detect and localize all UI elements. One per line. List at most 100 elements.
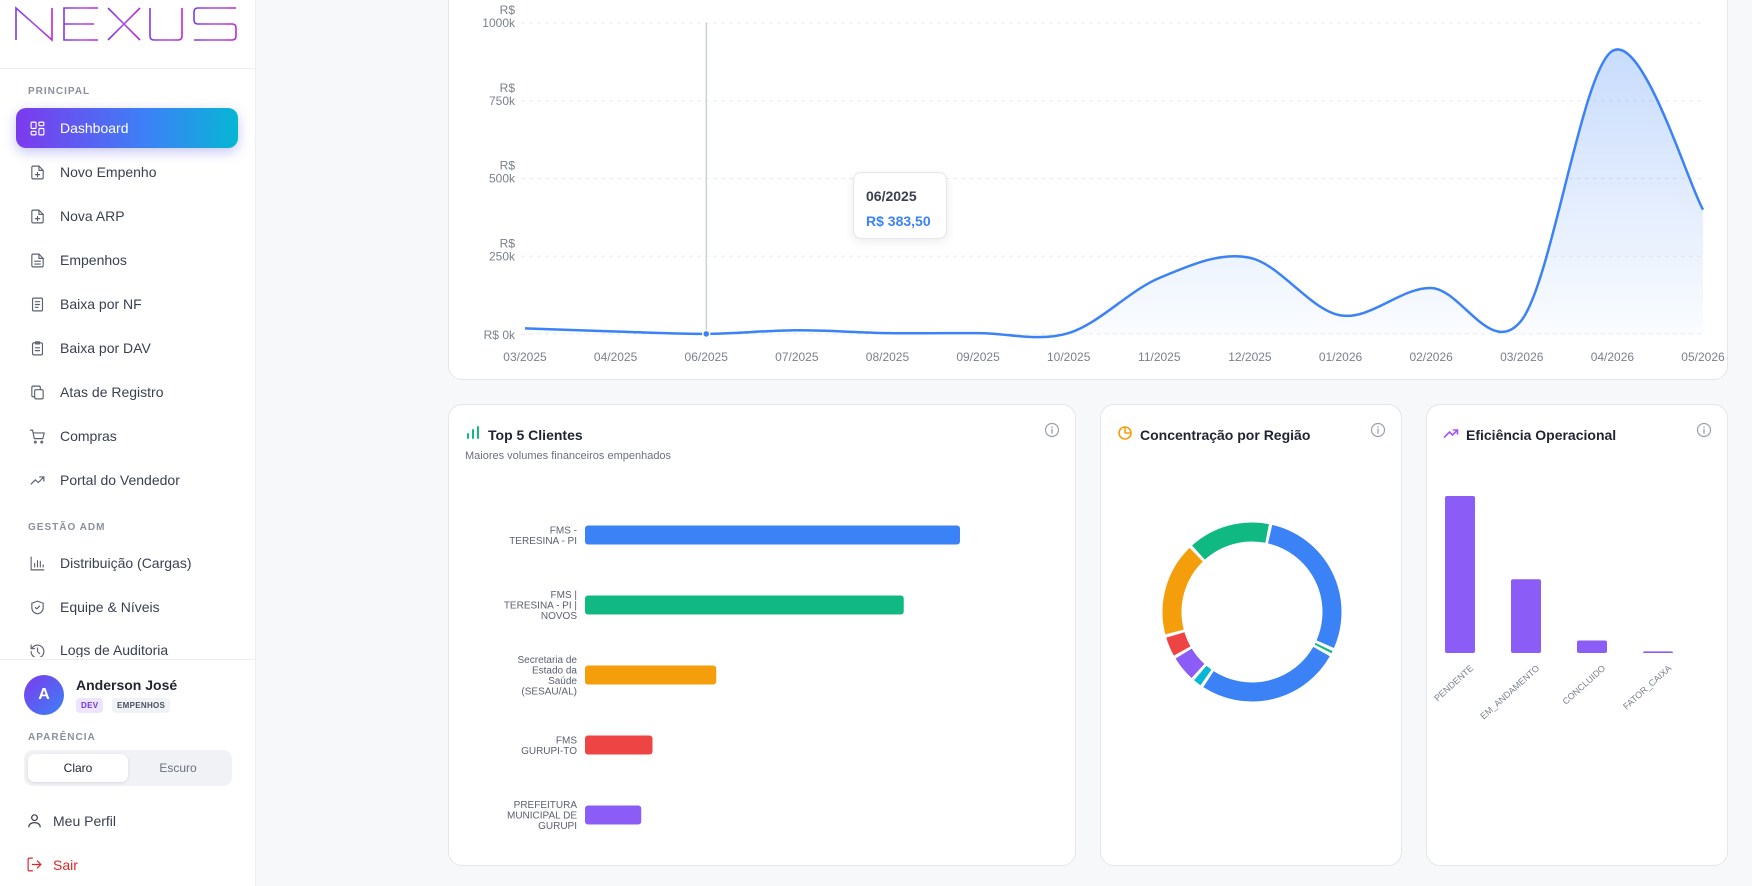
category-label: FMS: [556, 735, 577, 746]
tooltip-date: 06/2025: [866, 188, 917, 204]
trend-area-chart[interactable]: R$1000kR$750kR$500kR$250kR$ 0k03/2025 04/…: [449, 0, 1729, 381]
sidebar-item-empenhos[interactable]: Empenhos: [16, 240, 238, 280]
sidebar-item-atas-registro[interactable]: Atas de Registro: [16, 372, 238, 412]
sidebar: PRINCIPAL Dashboard Novo Empenho Nova AR…: [0, 0, 256, 886]
bar: [585, 805, 642, 825]
category-label: PREFEITURA: [514, 800, 578, 811]
x-tick-label: 03/2025: [503, 350, 547, 364]
user-name: Anderson José: [76, 677, 178, 693]
sidebar-item-portal-vendedor[interactable]: Portal do Vendedor: [16, 460, 238, 500]
x-tick-label: 03/2026: [1500, 350, 1544, 364]
sidebar-item-baixa-nf[interactable]: Baixa por NF: [16, 284, 238, 324]
user-icon: [28, 814, 41, 828]
history-icon: [28, 642, 46, 657]
donut-slice: [1162, 547, 1204, 635]
sidebar-item-logs-auditoria[interactable]: Logs de Auditoria: [16, 631, 238, 657]
category-label: TERESINA - PI |: [504, 601, 577, 612]
bar: [1511, 579, 1541, 653]
bar: [1445, 496, 1475, 653]
file-plus-icon: [28, 207, 46, 225]
logout-icon: [27, 857, 42, 872]
efficiency-card: Eficiência Operacional PENDENTE EM_ANDAME…: [1426, 404, 1728, 866]
sidebar-item-label: Baixa por DAV: [60, 340, 151, 356]
region-card: Concentração por Região: [1100, 404, 1402, 866]
x-tick-label: CONCLUIDO: [1561, 663, 1608, 707]
x-tick-label: 01/2026: [1319, 350, 1363, 364]
sidebar-item-nova-arp[interactable]: Nova ARP: [16, 196, 238, 236]
logo-divider: [0, 68, 256, 69]
tooltip-value: R$ 383,50: [866, 213, 931, 229]
sidebar-item-label: Compras: [60, 428, 117, 444]
bar: [1643, 651, 1673, 653]
donut-slice: [1203, 646, 1330, 702]
sidebar-item-label: Equipe & Níveis: [60, 599, 160, 615]
data-point: [701, 329, 711, 339]
y-tick-label: R$: [500, 3, 516, 17]
x-tick-label: 11/2025: [1138, 350, 1181, 364]
sidebar-item-baixa-dav[interactable]: Baixa por DAV: [16, 328, 238, 368]
bar: [585, 525, 960, 545]
category-label: TERESINA - PI: [509, 536, 577, 547]
receipt-icon: [28, 295, 46, 313]
file-text-icon: [28, 251, 46, 269]
bar-chart-icon: [28, 554, 46, 572]
bar: [585, 595, 904, 615]
sidebar-item-dashboard[interactable]: Dashboard: [16, 108, 238, 148]
y-tick-label: 250k: [489, 249, 516, 263]
x-tick-label: FATOR_CAIXA: [1621, 663, 1673, 711]
top-clients-card: Top 5 Clientes Maiores volumes financeir…: [448, 404, 1076, 866]
profile-link[interactable]: Meu Perfil: [26, 812, 116, 829]
region-donut-chart[interactable]: [1101, 405, 1403, 867]
grid-icon: [28, 119, 46, 137]
y-tick-label: R$ 0k: [484, 328, 516, 342]
sidebar-divider: [0, 659, 256, 660]
x-tick-label: 04/2026: [1591, 350, 1635, 364]
x-tick-label: EM_ANDAMENTO: [1478, 663, 1541, 721]
donut-slice: [1267, 524, 1342, 649]
sidebar-item-label: Novo Empenho: [60, 164, 157, 180]
section-gestao-label: GESTÃO ADM: [28, 522, 106, 533]
category-label: FMS -: [550, 525, 577, 536]
file-plus-icon: [28, 163, 46, 181]
sidebar-item-label: Atas de Registro: [60, 384, 164, 400]
sidebar-item-novo-empenho[interactable]: Novo Empenho: [16, 152, 238, 192]
chart-tooltip: 06/2025 R$ 383,50: [853, 172, 947, 239]
category-label: MUNICIPAL DE: [507, 811, 577, 822]
sidebar-item-label: Logs de Auditoria: [60, 642, 169, 657]
bar: [585, 735, 653, 755]
x-tick-label: 10/2025: [1047, 350, 1091, 364]
sidebar-item-label: Baixa por NF: [60, 296, 142, 312]
x-tick-label: 05/2026: [1681, 350, 1725, 364]
top-clients-bar-chart[interactable]: FMS -TERESINA - PI FMS |TERESINA - PI |NO…: [449, 405, 1077, 867]
x-tick-label: 08/2025: [866, 350, 910, 364]
category-label: GURUPI: [538, 821, 577, 832]
y-tick-label: R$: [500, 236, 516, 250]
sidebar-item-equipe-niveis[interactable]: Equipe & Níveis: [16, 587, 238, 627]
nexus-logo[interactable]: [14, 4, 240, 44]
profile-link-label: Meu Perfil: [53, 812, 117, 829]
theme-dark-option[interactable]: Escuro: [128, 754, 228, 782]
x-tick-label: 07/2025: [775, 350, 819, 364]
theme-toggle: Claro Escuro: [24, 750, 232, 786]
bar: [1577, 640, 1607, 653]
logout-link-label: Sair: [53, 856, 78, 873]
sidebar-item-compras[interactable]: Compras: [16, 416, 238, 456]
sidebar-item-label: Empenhos: [60, 252, 127, 268]
category-label: NOVOS: [541, 611, 577, 622]
avatar[interactable]: A: [24, 675, 64, 715]
copy-icon: [28, 383, 46, 401]
theme-light-option[interactable]: Claro: [28, 754, 128, 782]
x-tick-label: 04/2025: [594, 350, 638, 364]
category-label: Secretaria de: [518, 655, 578, 666]
sidebar-item-label: Portal do Vendedor: [60, 472, 180, 488]
sidebar-item-distribuicao[interactable]: Distribuição (Cargas): [16, 543, 238, 583]
role-badge: DEV: [76, 698, 104, 713]
y-tick-label: 1000k: [482, 16, 516, 30]
series-line: [524, 48, 1705, 339]
x-tick-label: PENDENTE: [1432, 663, 1475, 703]
section-principal-label: PRINCIPAL: [28, 86, 91, 97]
efficiency-bar-chart[interactable]: PENDENTE EM_ANDAMENTO CONCLUIDO FATOR_CAIXA: [1427, 405, 1729, 867]
sidebar-item-label: Distribuição (Cargas): [60, 555, 192, 571]
logout-link[interactable]: Sair: [26, 856, 78, 873]
category-label: (SESAU/AL): [521, 686, 577, 697]
